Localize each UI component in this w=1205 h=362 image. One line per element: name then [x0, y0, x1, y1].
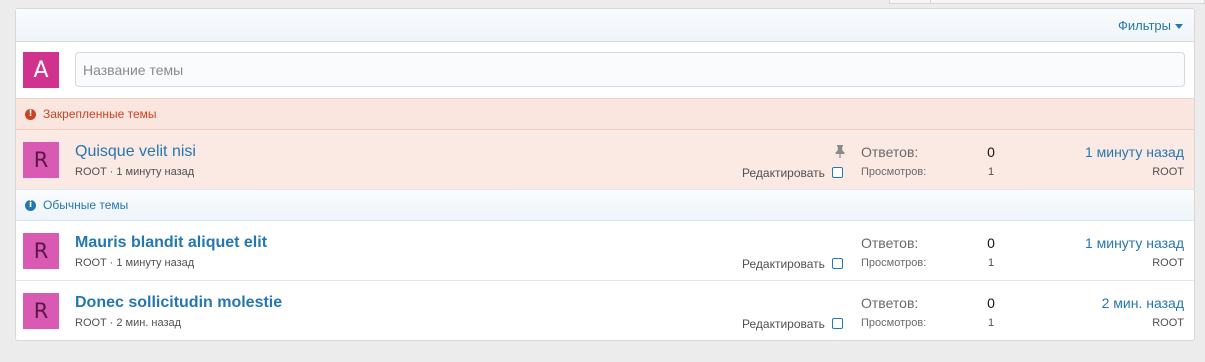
replies-count: 0 — [987, 235, 995, 251]
thread-title-link[interactable]: Quisque velit nisi — [75, 143, 196, 161]
replies-label: Ответов: — [861, 235, 919, 251]
thread-title-link[interactable]: Donec sollicitudin molestie — [75, 294, 282, 312]
views-count: 1 — [987, 317, 995, 329]
thread-meta: ROOT · 1 минуту назад — [75, 166, 194, 178]
views-label: Просмотров: — [861, 257, 927, 269]
views-count: 1 — [987, 166, 995, 178]
replies-label: Ответов: — [861, 295, 919, 311]
sticky-threads-label: Закрепленные темы — [43, 107, 157, 121]
views-label: Просмотров: — [861, 317, 927, 329]
select-checkbox[interactable] — [832, 167, 843, 178]
info-circle-icon: i — [25, 199, 36, 211]
avatar[interactable]: R — [23, 142, 59, 178]
select-checkbox[interactable] — [832, 258, 843, 269]
select-checkbox[interactable] — [832, 318, 843, 329]
thread-row: R Quisque velit nisi ROOT · 1 минуту наз… — [16, 130, 1194, 189]
last-post-user[interactable]: ROOT — [1152, 257, 1184, 269]
thread-title-link[interactable]: Mauris blandit aliquet elit — [75, 234, 267, 252]
edit-label: Редактировать — [742, 166, 825, 180]
meta-separator: · — [106, 166, 117, 178]
top-control-stub — [889, 0, 1205, 4]
avatar[interactable]: R — [23, 293, 59, 329]
thread-list-panel: Фильтры A ! Закрепленные темы R Quisque … — [15, 8, 1195, 341]
caret-down-icon — [1175, 23, 1183, 29]
filter-bar: Фильтры — [16, 9, 1194, 42]
filters-label: Фильтры — [1117, 18, 1171, 33]
normal-threads-label: Обычные темы — [43, 198, 129, 212]
meta-separator: · — [106, 257, 117, 269]
last-post-time[interactable]: 1 минуту назад — [1085, 144, 1184, 160]
edit-label: Редактировать — [742, 257, 825, 271]
replies-count: 0 — [987, 144, 995, 160]
normal-threads-header: i Обычные темы — [16, 189, 1194, 221]
avatar[interactable]: R — [23, 233, 59, 269]
thread-start-time[interactable]: 1 минуту назад — [116, 257, 194, 269]
thread-row: R Mauris blandit aliquet elit ROOT · 1 м… — [16, 221, 1194, 281]
edit-label: Редактировать — [742, 317, 825, 331]
thread-start-time[interactable]: 1 минуту назад — [116, 166, 194, 178]
sticky-threads-header: ! Закрепленные темы — [16, 98, 1194, 130]
last-post-time[interactable]: 1 минуту назад — [1085, 235, 1184, 251]
thread-meta: ROOT · 2 мин. назад — [75, 317, 181, 329]
pin-icon — [835, 145, 845, 158]
thread-title-input[interactable] — [75, 52, 1185, 87]
avatar[interactable]: A — [23, 52, 59, 88]
last-post-user[interactable]: ROOT — [1152, 317, 1184, 329]
thread-meta: ROOT · 1 минуту назад — [75, 257, 194, 269]
views-count: 1 — [987, 257, 995, 269]
thread-author[interactable]: ROOT — [75, 166, 107, 178]
replies-count: 0 — [987, 295, 995, 311]
replies-label: Ответов: — [861, 144, 919, 160]
alert-circle-icon: ! — [25, 108, 36, 120]
filters-button[interactable]: Фильтры — [1118, 18, 1183, 33]
thread-row: R Donec sollicitudin molestie ROOT · 2 м… — [16, 281, 1194, 340]
thread-start-time[interactable]: 2 мин. назад — [116, 317, 181, 329]
thread-author[interactable]: ROOT — [75, 317, 107, 329]
meta-separator: · — [106, 317, 117, 329]
last-post-user[interactable]: ROOT — [1152, 166, 1184, 178]
views-label: Просмотров: — [861, 166, 927, 178]
thread-author[interactable]: ROOT — [75, 257, 107, 269]
new-thread-row: A — [16, 42, 1194, 98]
last-post-time[interactable]: 2 мин. назад — [1102, 295, 1184, 311]
